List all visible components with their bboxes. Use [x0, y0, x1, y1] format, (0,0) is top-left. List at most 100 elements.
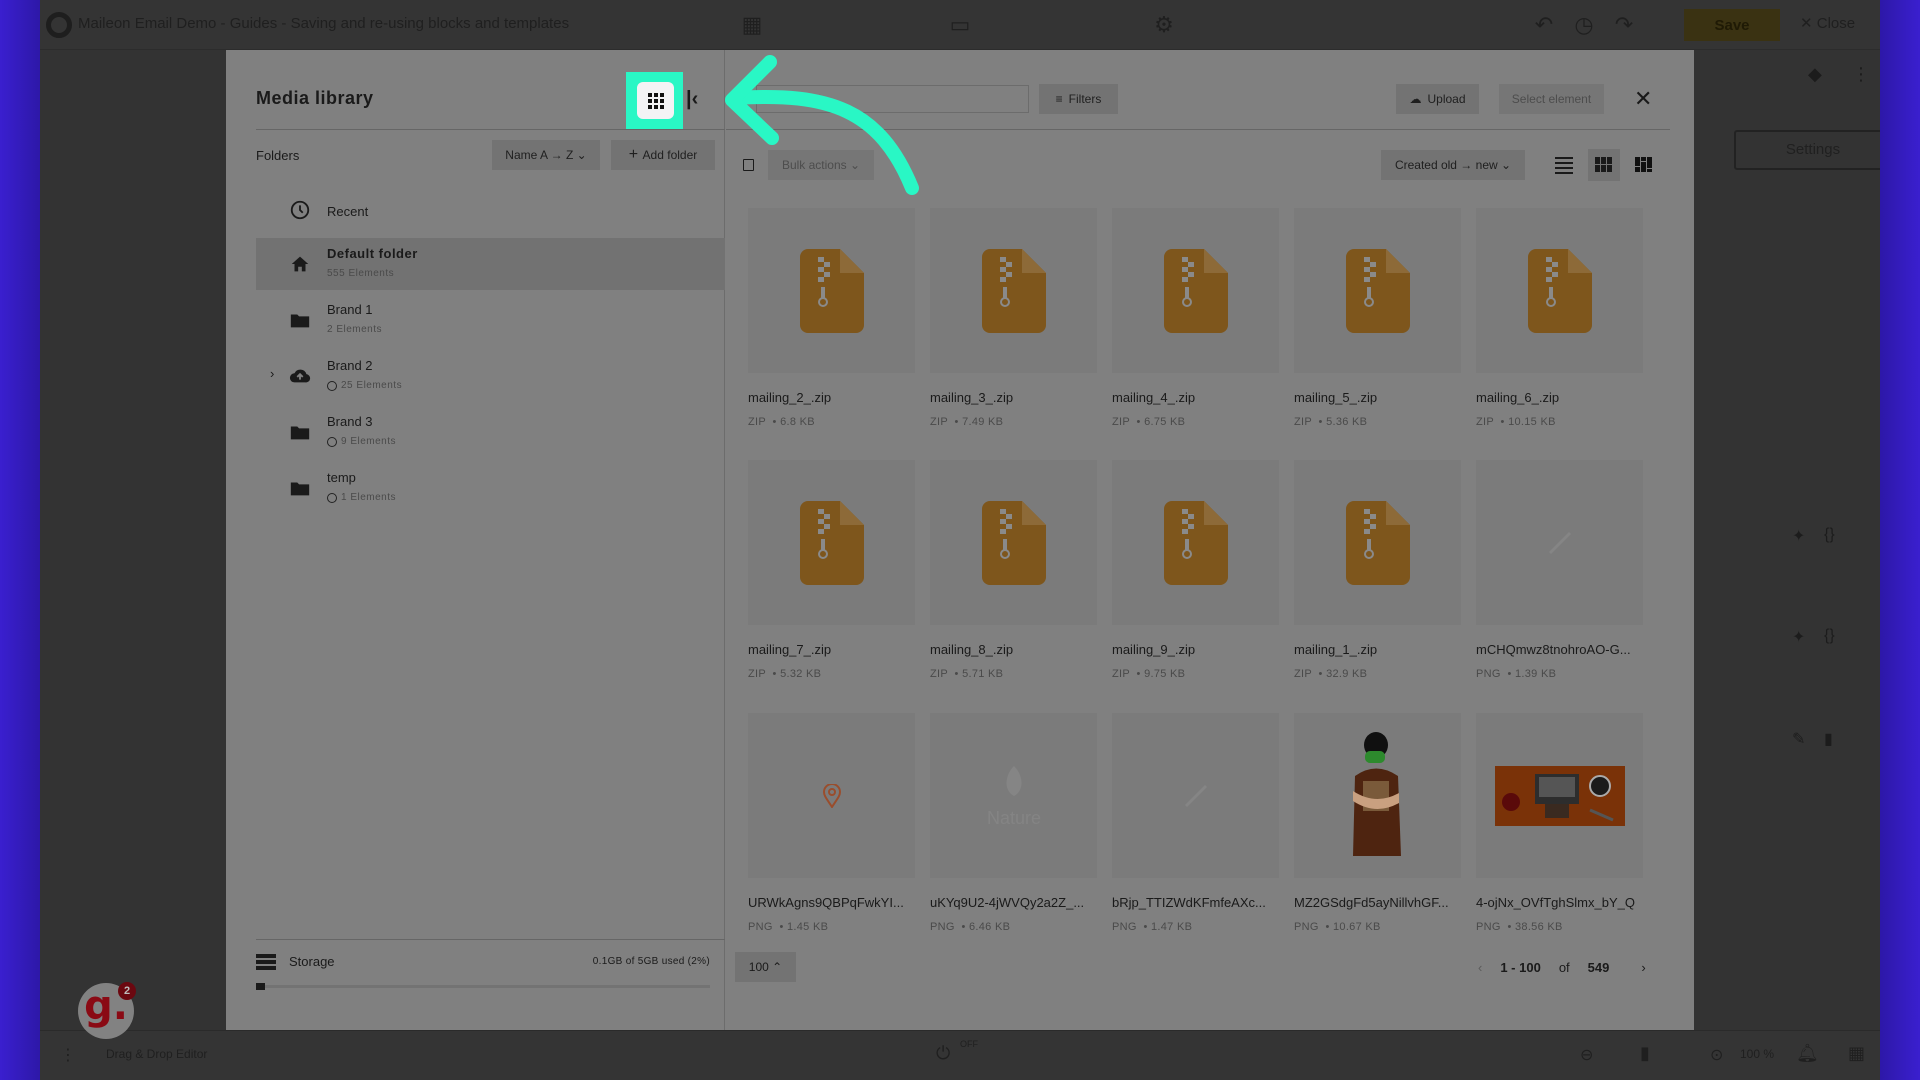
close-editor-button[interactable]: ✕ Close — [1800, 14, 1855, 32]
folder-item[interactable]: Recent — [256, 190, 725, 230]
file-name: MZ2GSdgFd5ayNillvhGF... — [1294, 895, 1449, 910]
apps-grid-icon[interactable]: ▦ — [1848, 1043, 1865, 1064]
editor-mode-select[interactable]: Drag & Drop Editor — [106, 1047, 207, 1061]
add-folder-button[interactable]: + Add folder — [611, 140, 715, 170]
storage-label: Storage — [289, 954, 335, 969]
file-thumbnail[interactable] — [1476, 460, 1643, 625]
save-button[interactable]: Save — [1684, 9, 1780, 41]
file-meta: ZIP • 9.75 KB — [1112, 668, 1186, 680]
file-name: mailing_4_.zip — [1112, 390, 1196, 405]
file-thumbnail[interactable] — [1294, 460, 1461, 625]
more-vert-icon[interactable]: ⋮ — [60, 1045, 76, 1065]
code-braces-icon[interactable]: {} — [1824, 526, 1835, 544]
grid-view-icon — [1595, 157, 1612, 172]
file-name: uKYq9U2-4jWVQy2a2Z_... — [930, 895, 1085, 910]
folder-icon — [288, 476, 312, 500]
ai-sparkle-icon[interactable]: ✦ — [1792, 526, 1805, 546]
file-thumbnail[interactable]: Nature — [930, 713, 1097, 878]
notification-count-badge: 2 — [118, 982, 136, 1000]
prev-page-icon[interactable]: ‹ — [1478, 960, 1482, 975]
sort-order-dropdown[interactable]: Created old → new ⌄ — [1381, 150, 1525, 180]
layers-icon[interactable]: ◆ — [1808, 64, 1822, 85]
file-thumbnail[interactable] — [1294, 208, 1461, 373]
file-meta: ZIP • 32.9 KB — [1294, 668, 1368, 680]
undo-icon[interactable]: ↶ — [1532, 13, 1556, 37]
file-name: 4-ojNx_OVfTghSlmx_bY_Q — [1476, 895, 1635, 910]
list-view-button[interactable] — [1548, 149, 1580, 181]
file-thumbnail[interactable] — [1112, 460, 1279, 625]
file-meta: PNG • 6.46 KB — [930, 921, 1011, 933]
file-meta: ZIP • 5.32 KB — [748, 668, 822, 680]
folders-pane: Media library |‹ Folders Name A → Z ⌄ + … — [226, 50, 725, 1030]
file-thumbnail[interactable] — [748, 208, 915, 373]
folders-label: Folders — [256, 148, 300, 163]
editor-bottom-bar: ⋮ Drag & Drop Editor ⏻ OFF ⊖ ▮ ⊙ 100 % 🔔… — [40, 1030, 1880, 1080]
file-meta: ZIP • 5.36 KB — [1294, 416, 1368, 428]
next-page-icon[interactable]: › — [1641, 960, 1645, 975]
folder-item[interactable]: temp 1 Elements — [256, 462, 725, 514]
masonry-view-button[interactable] — [1628, 149, 1660, 181]
bulk-actions-dropdown[interactable]: Bulk actions ⌄ — [768, 150, 874, 180]
code-braces-icon[interactable]: {} — [1824, 627, 1835, 645]
globe-icon — [327, 436, 337, 447]
folder-name: temp — [327, 470, 356, 485]
folder-icon — [288, 420, 312, 444]
file-thumbnail[interactable] — [930, 208, 1097, 373]
settings-tab[interactable]: Settings — [1734, 130, 1892, 170]
zip-file-icon — [799, 500, 864, 585]
select-element-button[interactable]: Select element — [1499, 84, 1604, 114]
plus-icon: + — [628, 146, 643, 163]
desktop-preview-icon[interactable]: ▭ — [948, 13, 972, 37]
file-thumbnail[interactable] — [748, 713, 915, 878]
delete-icon[interactable]: ▮ — [1824, 729, 1833, 749]
filters-button[interactable]: ≡ Filters — [1039, 84, 1118, 114]
file-thumbnail[interactable] — [1476, 208, 1643, 373]
chevron-right-icon[interactable]: › — [270, 366, 274, 381]
grid-view-button[interactable] — [1588, 149, 1620, 181]
apps-grid-button[interactable] — [637, 82, 674, 119]
close-icon[interactable]: ✕ — [1634, 86, 1652, 112]
file-name: mailing_3_.zip — [930, 390, 1014, 405]
file-name: mailing_5_.zip — [1294, 390, 1378, 405]
ai-sparkle-icon[interactable]: ✦ — [1792, 627, 1805, 647]
layout-icon[interactable]: ▦ — [740, 13, 764, 37]
file-meta: ZIP • 6.75 KB — [1112, 416, 1186, 428]
zip-file-icon — [1163, 500, 1228, 585]
mobile-icon[interactable]: ▮ — [1640, 1043, 1650, 1064]
zoom-in-icon[interactable]: ⊙ — [1710, 1045, 1723, 1065]
file-thumbnail[interactable] — [1112, 713, 1279, 878]
more-vert-icon[interactable]: ⋮ — [1852, 64, 1870, 85]
file-meta: PNG • 1.39 KB — [1476, 668, 1557, 680]
filter-icon: ≡ — [1055, 92, 1063, 106]
history-icon[interactable]: ◷ — [1572, 13, 1596, 37]
media-library-dialog: Media library |‹ Folders Name A → Z ⌄ + … — [226, 50, 1694, 1030]
file-thumbnail[interactable] — [1294, 713, 1461, 878]
folder-item[interactable]: Brand 1 2 Elements — [256, 294, 725, 346]
masonry-view-icon — [1635, 157, 1652, 172]
upload-button[interactable]: ☁ Upload — [1396, 84, 1479, 114]
settings-gear-icon[interactable]: ⚙ — [1152, 13, 1176, 37]
file-name: mailing_9_.zip — [1112, 642, 1196, 657]
zoom-out-icon[interactable]: ⊖ — [1580, 1045, 1593, 1065]
file-thumbnail[interactable] — [930, 460, 1097, 625]
folder-name: Default folder — [327, 246, 418, 261]
file-thumbnail[interactable] — [748, 460, 915, 625]
globe-icon — [327, 380, 337, 391]
folder-item[interactable]: Default folder 555 Elements — [256, 238, 725, 290]
per-page-dropdown[interactable]: 100 ⌃ — [735, 952, 796, 982]
total-count: 549 — [1587, 959, 1610, 975]
folder-item[interactable]: › Brand 2 25 Elements — [256, 350, 725, 402]
collapse-panel-button[interactable]: |‹ — [686, 88, 698, 111]
redo-icon[interactable]: ↷ — [1612, 13, 1636, 37]
search-input[interactable] — [756, 85, 1029, 113]
folder-sort-dropdown[interactable]: Name A → Z ⌄ — [492, 140, 600, 170]
edit-pencil-icon[interactable]: ✎ — [1792, 729, 1805, 749]
notification-bell-icon[interactable]: 🔔︎ — [1796, 1043, 1819, 1064]
storage-progress-bar — [256, 983, 710, 990]
select-all-checkbox[interactable] — [743, 159, 754, 171]
folder-item[interactable]: Brand 3 9 Elements — [256, 406, 725, 458]
file-thumbnail[interactable] — [1476, 713, 1643, 878]
file-meta: PNG • 38.56 KB — [1476, 921, 1563, 933]
autosave-icon[interactable]: ⏻ — [936, 1043, 950, 1064]
file-thumbnail[interactable] — [1112, 208, 1279, 373]
